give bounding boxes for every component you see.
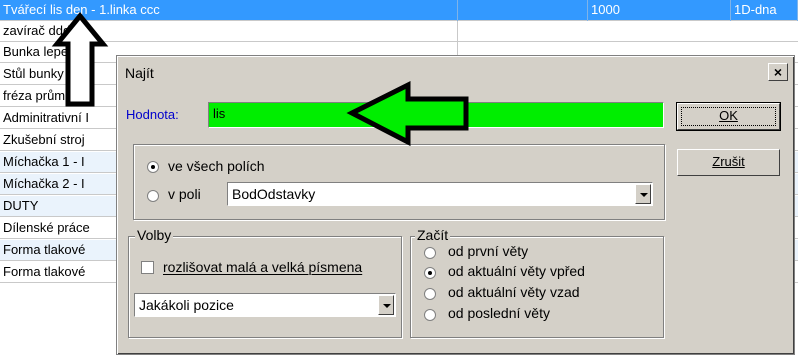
start-first-radio[interactable] xyxy=(424,247,436,259)
dialog-title: Najít xyxy=(125,65,154,81)
dialog-titlebar[interactable]: Najít × xyxy=(119,58,792,88)
cancel-button[interactable]: Zrušit xyxy=(677,149,780,176)
grid-cell-name: zavírač dddd xyxy=(0,21,458,42)
start-last-radio[interactable] xyxy=(424,309,436,321)
grid-cell-value: 1000 xyxy=(588,0,731,21)
start-legend: Začít xyxy=(415,227,451,243)
start-group: Začít od první věty od aktuální věty vpř… xyxy=(410,227,664,338)
start-forward-label: od aktuální věty vpřed xyxy=(448,263,585,279)
chevron-down-icon[interactable] xyxy=(635,184,651,204)
chevron-down-icon[interactable] xyxy=(378,295,394,315)
ok-button[interactable]: OK xyxy=(676,102,781,131)
in-field-label: v poli xyxy=(168,186,201,202)
grid-cell-code: 1D-dna xyxy=(731,0,798,21)
position-select[interactable]: Jakákoli pozice xyxy=(134,293,396,317)
in-field-radio[interactable] xyxy=(147,190,159,202)
start-first-label: od první věty xyxy=(448,243,529,259)
grid-row-selected[interactable]: Tvářecí lis den - 1.linka ccc 1000 1D-dn… xyxy=(0,0,798,21)
value-label: Hodnota: xyxy=(126,107,179,122)
all-fields-label: ve všech polích xyxy=(168,158,265,174)
field-select-value: BodOdstavky xyxy=(232,186,316,202)
find-dialog: Najít × Hodnota: lis OK Zrušit ve všech … xyxy=(116,55,795,355)
search-scope-group: ve všech polích v poli BodOdstavky xyxy=(133,144,665,220)
options-group: Volby rozlišovat malá a velká písmena Ja… xyxy=(128,227,402,338)
field-select[interactable]: BodOdstavky xyxy=(227,182,653,206)
case-sensitive-checkbox[interactable] xyxy=(141,261,154,274)
options-legend: Volby xyxy=(135,227,174,243)
position-select-value: Jakákoli pozice xyxy=(139,297,234,313)
start-last-label: od poslední věty xyxy=(448,305,550,321)
grid-row[interactable]: zavírač dddd xyxy=(0,21,798,42)
grid-cell-name: Tvářecí lis den - 1.linka ccc xyxy=(0,0,458,21)
all-fields-radio[interactable] xyxy=(147,161,159,173)
cancel-label: Zrušit xyxy=(712,154,745,169)
close-button[interactable]: × xyxy=(768,63,788,81)
ok-label: OK xyxy=(719,108,738,123)
start-backward-label: od aktuální věty vzad xyxy=(448,284,580,300)
start-forward-radio[interactable] xyxy=(424,267,436,279)
search-value-input[interactable]: lis xyxy=(208,102,664,128)
start-backward-radio[interactable] xyxy=(424,288,436,300)
grid-cell-empty xyxy=(458,0,588,21)
case-sensitive-label: rozlišovat malá a velká písmena xyxy=(163,259,363,275)
